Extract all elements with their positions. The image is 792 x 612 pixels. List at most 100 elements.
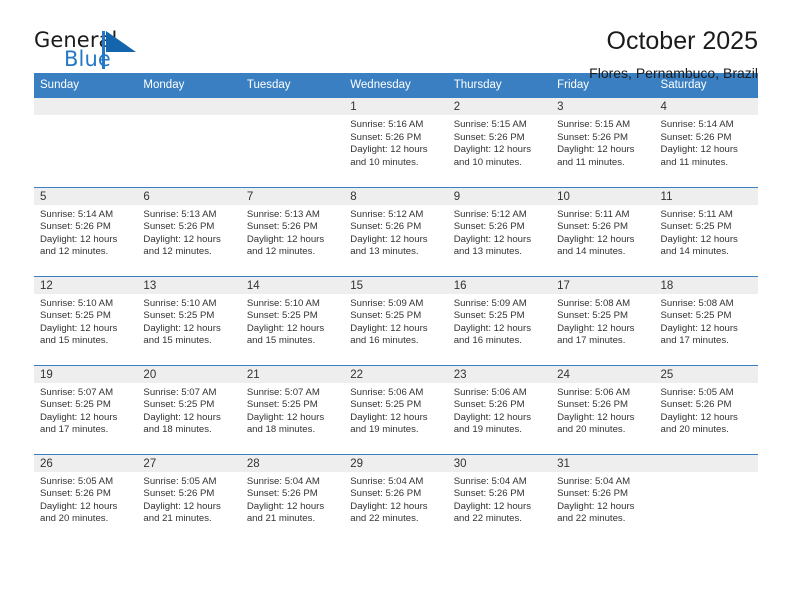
calendar-day-cell[interactable]: 19 Sunrise: 5:07 AM Sunset: 5:25 PM Dayligh… — [34, 364, 138, 454]
day-number — [654, 454, 758, 472]
day-sunrise-text: Sunrise: 5:13 AM — [246, 208, 320, 220]
calendar-day-cell[interactable]: 23 Sunrise: 5:06 AM Sunset: 5:26 PM Dayligh… — [447, 364, 552, 454]
day-sunset-text: Sunset: 5:26 PM — [557, 221, 629, 233]
day-daylight-text: Daylight: 12 hours — [143, 411, 221, 423]
calendar-table: Sunday Monday Tuesday Wednesday Thursday… — [34, 73, 758, 543]
day-sunset-text: Sunset: 5:25 PM — [350, 310, 422, 322]
day-daylight-text: Daylight: 12 hours — [350, 144, 428, 156]
day-cell-details: Sunrise: 5:14 AM Sunset: 5:26 PM Daylight:… — [34, 205, 137, 259]
day-sunrise-text: Sunrise: 5:16 AM — [350, 119, 424, 130]
day-sunrise-text: Sunrise: 5:05 AM — [40, 475, 114, 487]
day-sunrise-text: Sunrise: 5:07 AM — [143, 386, 217, 398]
day-number — [34, 98, 138, 115]
day-daylight-text: and 10 minutes. — [453, 156, 522, 168]
day-cell-details: Sunrise: 5:05 AM Sunset: 5:26 PM Daylight:… — [34, 472, 137, 526]
day-cell-inner: 4 Sunrise: 5:14 AM Sunset: 5:26 PM Daylight… — [654, 98, 758, 187]
day-cell-inner: 15 Sunrise: 5:09 AM Sunset: 5:25 PM Dayligh… — [344, 276, 448, 365]
day-daylight-text: and 14 minutes. — [557, 246, 626, 258]
calendar-day-cell[interactable]: 25 Sunrise: 5:05 AM Sunset: 5:26 PM Dayligh… — [654, 364, 758, 454]
day-daylight-text: and 18 minutes. — [246, 424, 316, 436]
day-cell-inner: 18 Sunrise: 5:08 AM Sunset: 5:25 PM Dayligh… — [654, 276, 758, 365]
calendar-day-cell[interactable]: 13 Sunrise: 5:10 AM Sunset: 5:25 PM Dayligh… — [137, 275, 241, 365]
calendar-day-cell[interactable]: 5 Sunrise: 5:14 AM Sunset: 5:26 PM Daylight… — [34, 186, 138, 276]
day-sunrise-text: Sunrise: 5:05 AM — [660, 386, 734, 398]
day-sunrise-text: Sunrise: 5:10 AM — [143, 297, 217, 309]
calendar-day-cell[interactable]: 24 Sunrise: 5:06 AM Sunset: 5:26 PM Dayligh… — [551, 364, 655, 454]
calendar-day-cell[interactable]: 14 Sunrise: 5:10 AM Sunset: 5:25 PM Dayligh… — [240, 275, 345, 365]
day-daylight-text: and 20 minutes. — [40, 513, 109, 525]
day-sunrise-text: Sunrise: 5:07 AM — [246, 386, 320, 398]
day-number — [137, 98, 241, 115]
day-cell-details: Sunrise: 5:04 AM Sunset: 5:26 PM Daylight:… — [241, 472, 344, 526]
calendar-day-cell[interactable]: 2 Sunrise: 5:15 AM Sunset: 5:26 PM Daylight… — [447, 98, 552, 187]
day-daylight-text: and 19 minutes. — [350, 424, 419, 436]
day-cell-inner: 31 Sunrise: 5:04 AM Sunset: 5:26 PM Dayligh… — [551, 454, 655, 544]
day-sunset-text: Sunset: 5:26 PM — [350, 131, 422, 143]
calendar-day-cell[interactable]: 12 Sunrise: 5:10 AM Sunset: 5:25 PM Dayligh… — [34, 275, 138, 365]
day-cell-inner: 21 Sunrise: 5:07 AM Sunset: 5:25 PM Dayligh… — [240, 365, 345, 454]
general-blue-logo[interactable]: General Blue — [34, 28, 234, 76]
day-daylight-text: and 22 minutes. — [557, 513, 626, 525]
day-daylight-text: and 13 minutes. — [453, 246, 522, 258]
day-sunrise-text: Sunrise: 5:12 AM — [350, 208, 424, 220]
calendar-day-cell[interactable]: 4 Sunrise: 5:14 AM Sunset: 5:26 PM Daylight… — [654, 98, 758, 187]
day-daylight-text: Daylight: 12 hours — [453, 233, 532, 245]
day-cell-inner: 10 Sunrise: 5:11 AM Sunset: 5:26 PM Dayligh… — [551, 187, 655, 276]
day-cell-inner: 24 Sunrise: 5:06 AM Sunset: 5:26 PM Dayligh… — [551, 365, 655, 454]
calendar-day-cell[interactable]: 21 Sunrise: 5:07 AM Sunset: 5:25 PM Dayligh… — [240, 364, 345, 454]
day-sunset-text: Sunset: 5:26 PM — [557, 399, 629, 411]
calendar-day-cell[interactable]: 31 Sunrise: 5:04 AM Sunset: 5:26 PM Dayligh… — [551, 453, 655, 544]
day-daylight-text: and 20 minutes. — [660, 424, 729, 436]
day-cell-inner: 17 Sunrise: 5:08 AM Sunset: 5:25 PM Dayligh… — [551, 276, 655, 365]
day-sunset-text: Sunset: 5:26 PM — [453, 131, 525, 143]
calendar-day-cell[interactable]: 29 Sunrise: 5:04 AM Sunset: 5:26 PM Dayligh… — [344, 453, 448, 543]
calendar-day-cell[interactable]: 7 Sunrise: 5:13 AM Sunset: 5:26 PM Daylight… — [240, 186, 345, 276]
day-sunrise-text: Sunrise: 5:09 AM — [350, 297, 424, 309]
day-cell-details: Sunrise: 5:04 AM Sunset: 5:26 PM Daylight:… — [344, 472, 447, 526]
calendar-day-cell[interactable]: 30 Sunrise: 5:04 AM Sunset: 5:26 PM Dayligh… — [447, 453, 552, 543]
calendar-day-cell[interactable]: 9 Sunrise: 5:12 AM Sunset: 5:26 PM Daylight… — [447, 186, 552, 276]
day-cell-details: Sunrise: 5:09 AM Sunset: 5:25 PM Daylight:… — [344, 294, 447, 348]
calendar-day-cell[interactable]: 3 Sunrise: 5:15 AM Sunset: 5:26 PM Daylight… — [551, 98, 655, 187]
day-cell-inner: 11 Sunrise: 5:11 AM Sunset: 5:25 PM Dayligh… — [654, 187, 758, 276]
calendar-day-cell[interactable]: 20 Sunrise: 5:07 AM Sunset: 5:25 PM Dayligh… — [137, 364, 241, 454]
day-cell-details: Sunrise: 5:15 AM Sunset: 5:26 PM Daylight:… — [448, 115, 551, 169]
day-daylight-text: Daylight: 12 hours — [350, 411, 428, 423]
day-daylight-text: and 19 minutes. — [453, 424, 522, 436]
day-number: 24 — [551, 365, 655, 383]
day-cell-inner: 28 Sunrise: 5:04 AM Sunset: 5:26 PM Dayligh… — [240, 454, 345, 544]
day-sunset-text: Sunset: 5:26 PM — [453, 488, 525, 500]
day-sunset-text: Sunset: 5:26 PM — [453, 399, 525, 411]
day-number: 17 — [551, 276, 655, 294]
calendar-day-cell[interactable]: 27 Sunrise: 5:05 AM Sunset: 5:26 PM Dayligh… — [137, 453, 241, 543]
day-sunrise-text: Sunrise: 5:11 AM — [660, 208, 733, 220]
calendar-day-cell[interactable]: 8 Sunrise: 5:12 AM Sunset: 5:26 PM Daylight… — [344, 186, 448, 276]
day-number: 18 — [654, 276, 758, 294]
calendar-day-cell[interactable]: 22 Sunrise: 5:06 AM Sunset: 5:25 PM Dayligh… — [344, 364, 448, 454]
calendar-day-cell[interactable]: 6 Sunrise: 5:13 AM Sunset: 5:26 PM Daylight… — [137, 186, 241, 276]
calendar-day-cell[interactable]: 26 Sunrise: 5:05 AM Sunset: 5:26 PM Dayligh… — [34, 453, 138, 543]
day-sunrise-text: Sunrise: 5:06 AM — [557, 386, 631, 398]
day-daylight-text: and 20 minutes. — [557, 424, 626, 436]
day-sunset-text: Sunset: 5:26 PM — [453, 221, 525, 233]
day-cell-inner: 3 Sunrise: 5:15 AM Sunset: 5:26 PM Daylight… — [551, 98, 655, 187]
calendar-day-cell[interactable]: 18 Sunrise: 5:08 AM Sunset: 5:25 PM Dayligh… — [654, 275, 758, 365]
calendar-day-cell[interactable]: 28 Sunrise: 5:04 AM Sunset: 5:26 PM Dayligh… — [240, 453, 345, 544]
day-sunrise-text: Sunrise: 5:15 AM — [453, 119, 527, 130]
calendar-day-cell[interactable]: 10 Sunrise: 5:11 AM Sunset: 5:26 PM Dayligh… — [551, 186, 655, 276]
day-number: 23 — [447, 365, 552, 383]
calendar-day-cell[interactable]: 17 Sunrise: 5:08 AM Sunset: 5:25 PM Dayligh… — [551, 275, 655, 365]
day-daylight-text: Daylight: 12 hours — [246, 500, 325, 512]
calendar-week-row: 19 Sunrise: 5:07 AM Sunset: 5:25 PM Dayligh… — [34, 364, 758, 454]
day-daylight-text: and 17 minutes. — [557, 335, 626, 347]
day-sunset-text: Sunset: 5:25 PM — [557, 310, 629, 322]
day-number: 31 — [551, 454, 655, 472]
calendar-day-cell[interactable]: 1 Sunrise: 5:16 AM Sunset: 5:26 PM Daylight… — [344, 98, 448, 187]
calendar-page: General Blue October 2025 Flores, Pernam… — [0, 0, 792, 612]
calendar-day-cell[interactable]: 15 Sunrise: 5:09 AM Sunset: 5:25 PM Dayligh… — [344, 275, 448, 365]
calendar-day-cell[interactable]: 16 Sunrise: 5:09 AM Sunset: 5:25 PM Dayligh… — [447, 275, 552, 365]
day-daylight-text: Daylight: 12 hours — [557, 233, 635, 245]
calendar-day-cell[interactable]: 11 Sunrise: 5:11 AM Sunset: 5:25 PM Dayligh… — [654, 186, 758, 276]
day-daylight-text: and 21 minutes. — [143, 513, 212, 525]
day-daylight-text: Daylight: 12 hours — [660, 144, 738, 156]
